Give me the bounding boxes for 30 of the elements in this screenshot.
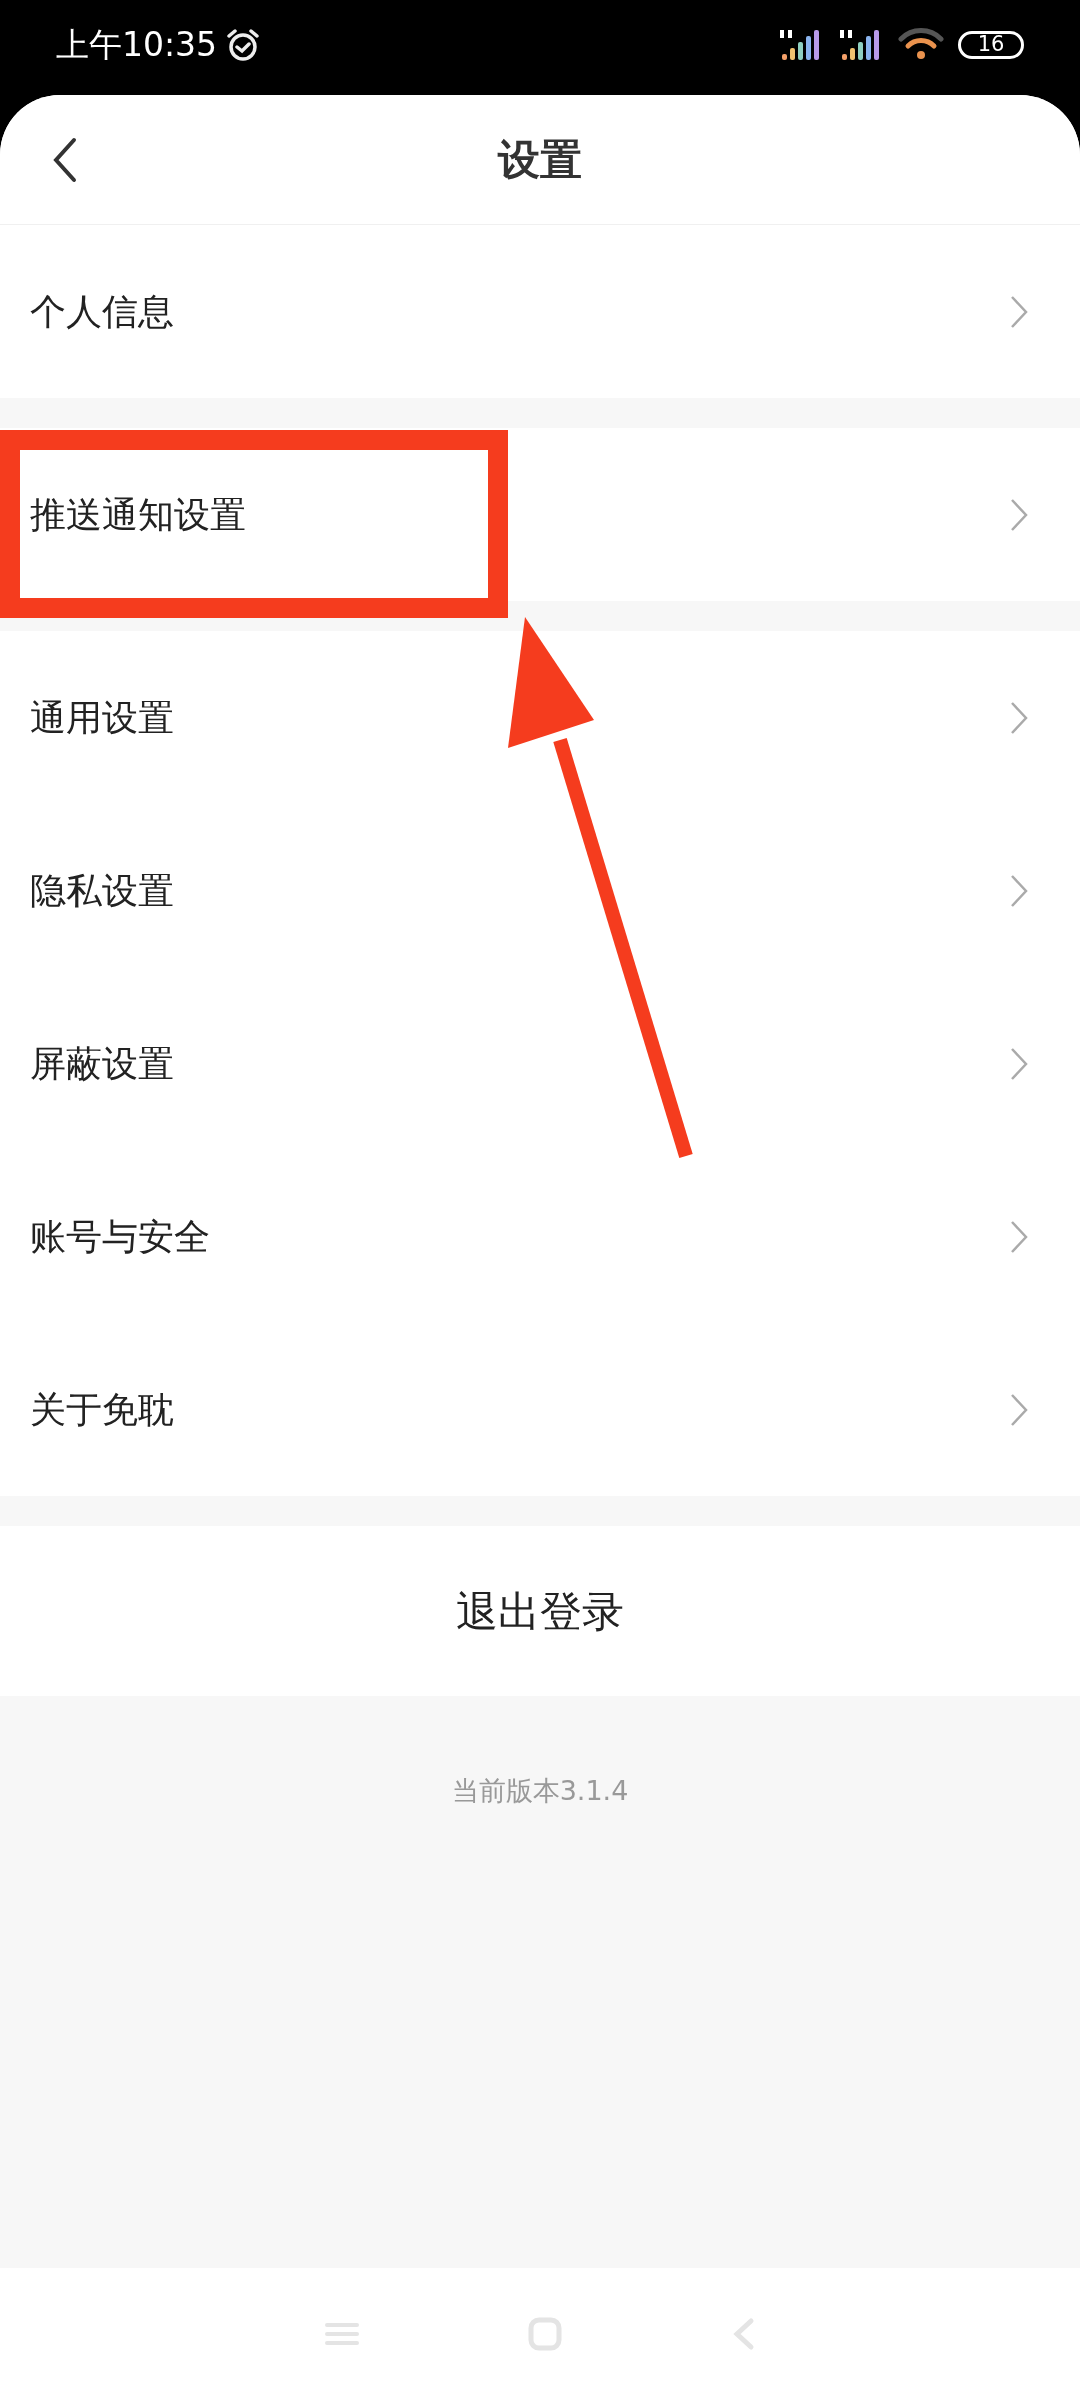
page-title: 设置 bbox=[498, 134, 582, 186]
chevron-right-icon bbox=[1010, 1219, 1028, 1254]
row-label: 屏蔽设置 bbox=[30, 1041, 174, 1086]
settings-row[interactable]: 账号与安全 bbox=[0, 1150, 1080, 1323]
settings-row[interactable]: 通用设置 bbox=[0, 631, 1080, 804]
home-icon[interactable] bbox=[528, 2317, 562, 2351]
row-label: 隐私设置 bbox=[30, 868, 174, 913]
chevron-right-icon bbox=[1010, 1392, 1028, 1427]
chevron-right-icon bbox=[1010, 294, 1028, 329]
menu-icon[interactable] bbox=[324, 2321, 359, 2347]
row-label: 关于免耽 bbox=[30, 1387, 174, 1432]
chevron-right-icon bbox=[1010, 700, 1028, 735]
row-label: 个人信息 bbox=[30, 289, 174, 334]
row-label: 通用设置 bbox=[30, 695, 174, 740]
version-text: 当前版本3.1.4 bbox=[451, 1774, 629, 1808]
row-label: 账号与安全 bbox=[30, 1214, 210, 1259]
settings-row[interactable]: 关于免耽 bbox=[0, 1323, 1080, 1496]
settings-row[interactable]: 隐私设置 bbox=[0, 804, 1080, 977]
settings-row[interactable]: 个人信息 bbox=[0, 225, 1080, 398]
settings-row[interactable]: 推送通知设置 bbox=[0, 428, 1080, 601]
chevron-right-icon bbox=[1010, 497, 1028, 532]
row-label: 推送通知设置 bbox=[30, 492, 246, 537]
back-icon[interactable] bbox=[52, 137, 78, 183]
status-time: 上午10:35 bbox=[56, 23, 218, 66]
battery-indicator: 16 bbox=[958, 30, 1024, 59]
chevron-right-icon bbox=[1010, 1046, 1028, 1081]
alarm-clock-icon bbox=[225, 26, 262, 63]
logout-button[interactable]: 退出登录 bbox=[0, 1526, 1080, 1696]
settings-row[interactable]: 屏蔽设置 bbox=[0, 977, 1080, 1150]
chevron-right-icon bbox=[1010, 873, 1028, 908]
